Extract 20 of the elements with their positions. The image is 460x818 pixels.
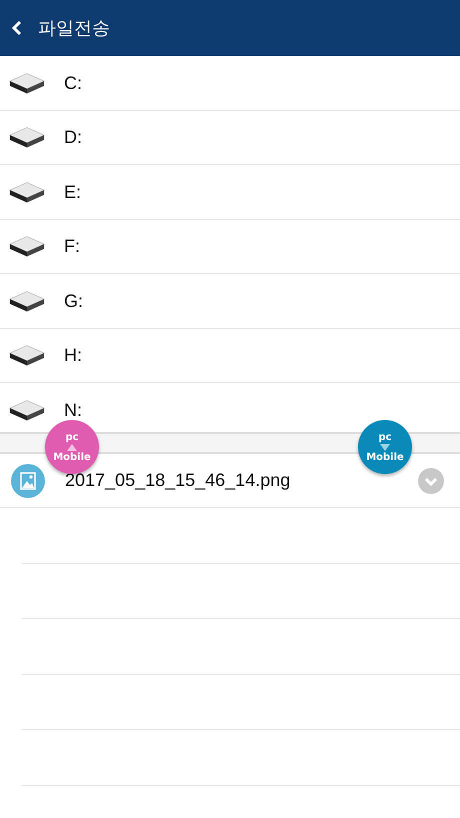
transfer-button[interactable]: pc Mobile [358,420,412,474]
drive-item[interactable]: F: [64,237,80,256]
arrow-up-icon [67,444,77,450]
drive-item[interactable]: D: [64,128,82,146]
screen-title: 파일전송 [38,17,110,40]
drive-item[interactable]: E: [64,182,82,201]
hard-drive-icon [8,343,46,368]
hard-drive-icon [8,125,46,150]
hard-drive-icon [8,288,46,313]
arrow-down-icon [380,444,390,450]
hard-drive-icon [8,398,46,422]
hard-drive-icon [8,180,46,204]
drive-item[interactable]: H: [64,346,82,364]
drive-item[interactable]: C: [64,74,82,92]
image-file-icon [11,464,45,498]
hard-drive-icon [8,234,46,258]
drive-item[interactable]: N: [64,400,82,419]
drive-item[interactable]: G: [64,292,84,310]
back-icon[interactable] [12,21,22,35]
hard-drive-icon [8,70,46,95]
